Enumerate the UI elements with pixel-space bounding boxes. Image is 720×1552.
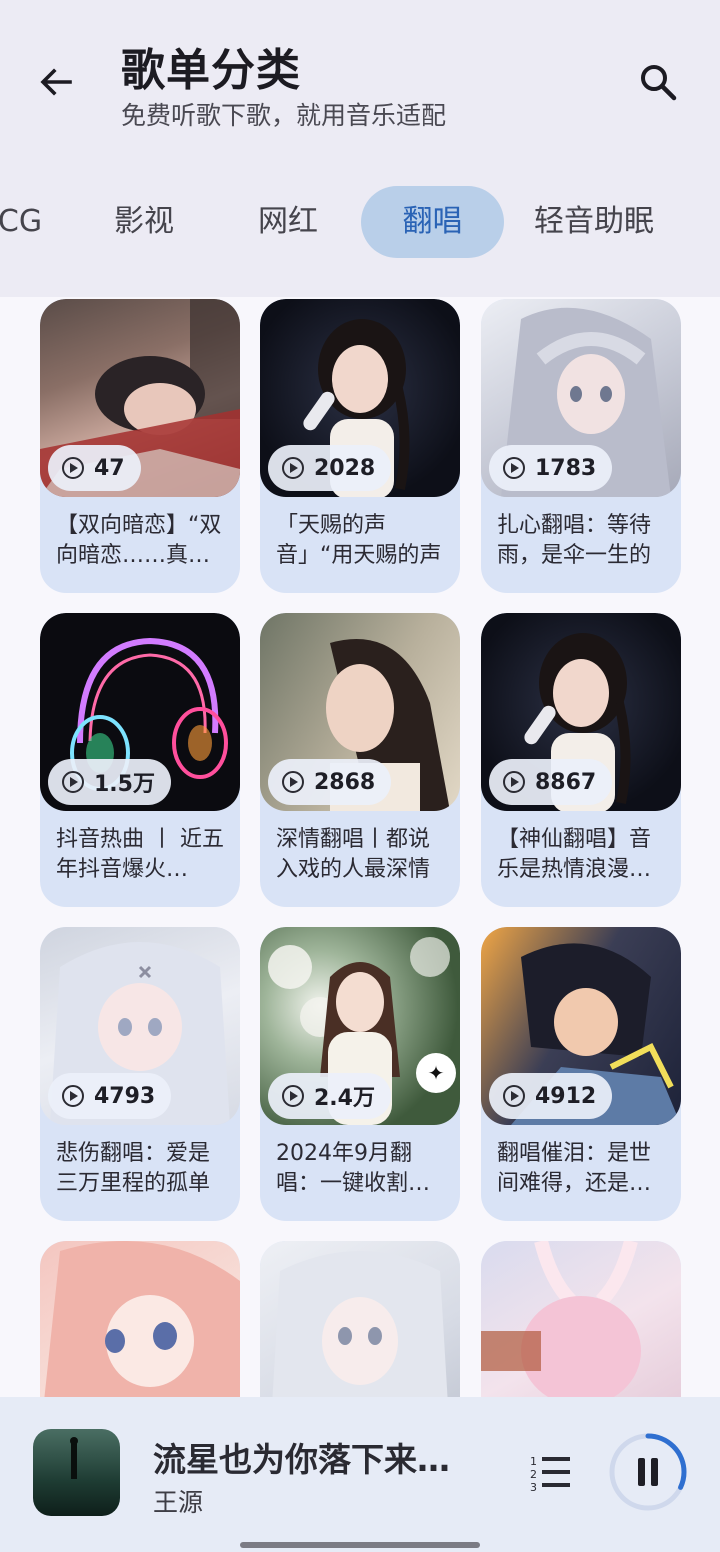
play-count-pill: 2.4万 [268, 1073, 391, 1119]
playlist-title: 「天赐的声音」“用天赐的声音… [276, 513, 442, 568]
bunny-girl-image [481, 1241, 641, 1397]
search-button[interactable] [630, 54, 686, 110]
play-circle-icon [503, 457, 525, 479]
play-count: 1783 [535, 455, 597, 481]
play-circle-icon [282, 1085, 304, 1107]
playlist-title: 【神仙翻唱】音乐是热情浪漫… [497, 827, 652, 882]
playlist-card[interactable]: 1783 扎心翻唱：等待雨，是伞一生的 [481, 299, 681, 593]
play-count-pill: 1.5万 [48, 759, 171, 805]
playlist-cover [260, 1241, 460, 1397]
anime-girl-image [272, 1251, 448, 1397]
play-count: 2868 [314, 769, 376, 795]
play-count-pill: 4793 [48, 1073, 172, 1119]
play-count-pill: 8867 [489, 759, 613, 805]
back-button[interactable] [30, 56, 82, 108]
pause-button[interactable] [608, 1432, 688, 1512]
queue-list-icon: 1 2 3 [530, 1455, 570, 1494]
play-circle-icon [62, 457, 84, 479]
pause-icon [638, 1458, 645, 1486]
tab-cg[interactable]: CG [0, 186, 60, 258]
playlist-card[interactable] [260, 1241, 460, 1397]
tab-cover[interactable]: 翻唱 [361, 186, 504, 258]
playlist-card[interactable] [40, 1241, 240, 1397]
playlist-card[interactable]: 2028 「天赐的声音」“用天赐的声音… [260, 299, 460, 593]
album-art-image [70, 1437, 78, 1479]
play-count: 8867 [535, 769, 597, 795]
tab-film[interactable]: 影视 [100, 186, 188, 258]
page-title: 歌单分类 [121, 45, 301, 96]
playlist-card[interactable]: 1.5万 抖音热曲 丨 近五年抖音爆火… [40, 613, 240, 907]
play-count-pill: 4912 [489, 1073, 613, 1119]
play-count: 2.4万 [314, 1086, 375, 1111]
header: 歌单分类 免费听歌下歌，就用音乐适配 CG 影视 网红 翻唱 轻音助眠 [0, 0, 720, 297]
tab-sleep[interactable]: 轻音助眠 [524, 186, 664, 258]
playlist-card[interactable]: 4912 翻唱催泪：是世间难得，还是… [481, 927, 681, 1221]
playlist-card[interactable] [481, 1241, 681, 1397]
playlist-cover [481, 1241, 681, 1397]
playlist-cover [40, 1241, 240, 1397]
playlist-grid: 47 【双向暗恋】“双向暗恋……真… 2028 「天赐的声音」“用天赐的声音… [0, 297, 720, 1397]
song-title[interactable]: 流星也为你落下来… [153, 1433, 493, 1481]
playlist-title: 抖音热曲 丨 近五年抖音爆火… [56, 827, 224, 882]
play-circle-icon [503, 1085, 525, 1107]
playlist-queue-button[interactable]: 1 2 3 [528, 1451, 576, 1495]
anime-girl-image [44, 1241, 240, 1397]
play-count: 47 [94, 455, 125, 481]
play-circle-icon [503, 771, 525, 793]
play-count: 2028 [314, 455, 376, 481]
play-count-pill: 2028 [268, 445, 392, 491]
playlist-title: 深情翻唱丨都说入戏的人最深情 [276, 827, 431, 882]
play-count-pill: 2868 [268, 759, 392, 805]
playlist-card[interactable]: 47 【双向暗恋】“双向暗恋……真… [40, 299, 240, 593]
song-artist: 王源 [153, 1488, 204, 1517]
arrow-left-icon [40, 68, 72, 96]
playlist-card[interactable]: 2868 深情翻唱丨都说入戏的人最深情 [260, 613, 460, 907]
playlist-card[interactable]: ✦ 2.4万 2024年9月翻唱：一键收割… [260, 927, 460, 1221]
svg-text:3: 3 [530, 1481, 537, 1494]
play-circle-icon [282, 771, 304, 793]
playlist-title: 扎心翻唱：等待雨，是伞一生的 [497, 513, 652, 568]
playlist-title: 2024年9月翻唱：一键收割… [276, 1141, 431, 1196]
playlist-title: 悲伤翻唱：爱是三万里程的孤单 [56, 1141, 211, 1196]
svg-text:1: 1 [530, 1455, 537, 1468]
mini-player[interactable]: 流星也为你落下来… 王源 1 2 3 [0, 1397, 720, 1552]
album-art[interactable] [33, 1429, 120, 1516]
playlist-title: 【双向暗恋】“双向暗恋……真… [56, 513, 222, 568]
play-count: 4793 [94, 1083, 156, 1109]
category-tabs: CG 影视 网红 翻唱 轻音助眠 [0, 186, 720, 258]
playlist-card[interactable]: 8867 【神仙翻唱】音乐是热情浪漫… [481, 613, 681, 907]
progress-ring [609, 1433, 687, 1511]
play-circle-icon [282, 457, 304, 479]
play-circle-icon [62, 1085, 84, 1107]
page-subtitle: 免费听歌下歌，就用音乐适配 [121, 101, 447, 130]
search-icon [641, 65, 677, 101]
play-count-pill: 47 [48, 445, 141, 491]
playlist-title: 翻唱催泪：是世间难得，还是… [497, 1141, 652, 1196]
play-count: 1.5万 [94, 772, 155, 797]
playlist-card[interactable]: 4793 悲伤翻唱：爱是三万里程的孤单 [40, 927, 240, 1221]
tab-influencer[interactable]: 网红 [244, 186, 332, 258]
play-circle-icon [62, 771, 84, 793]
vip-badge-icon: ✦ [416, 1053, 456, 1093]
svg-text:2: 2 [530, 1468, 537, 1481]
home-indicator[interactable] [240, 1542, 480, 1548]
play-count: 4912 [535, 1083, 597, 1109]
play-count-pill: 1783 [489, 445, 613, 491]
